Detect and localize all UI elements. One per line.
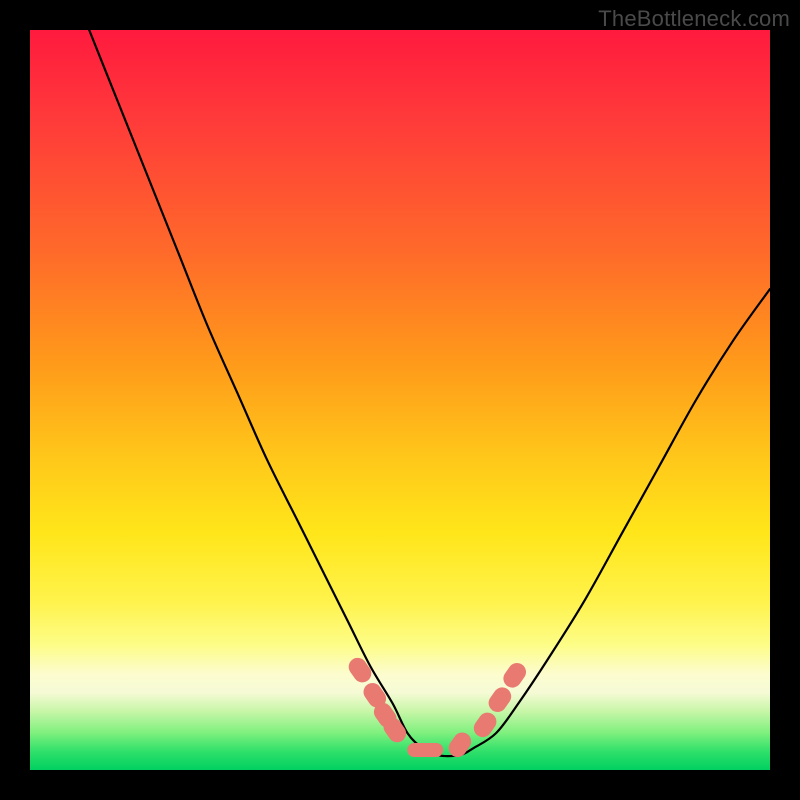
bead-marker — [345, 654, 375, 686]
bead-marker — [485, 684, 515, 716]
chart-frame: TheBottleneck.com — [0, 0, 800, 800]
bottleneck-curve — [89, 30, 770, 756]
bead-marker — [407, 743, 443, 757]
bead-marker — [500, 659, 530, 691]
curve-layer — [30, 30, 770, 770]
watermark-text: TheBottleneck.com — [598, 6, 790, 32]
plot-area — [30, 30, 770, 770]
bead-marker — [470, 709, 500, 741]
